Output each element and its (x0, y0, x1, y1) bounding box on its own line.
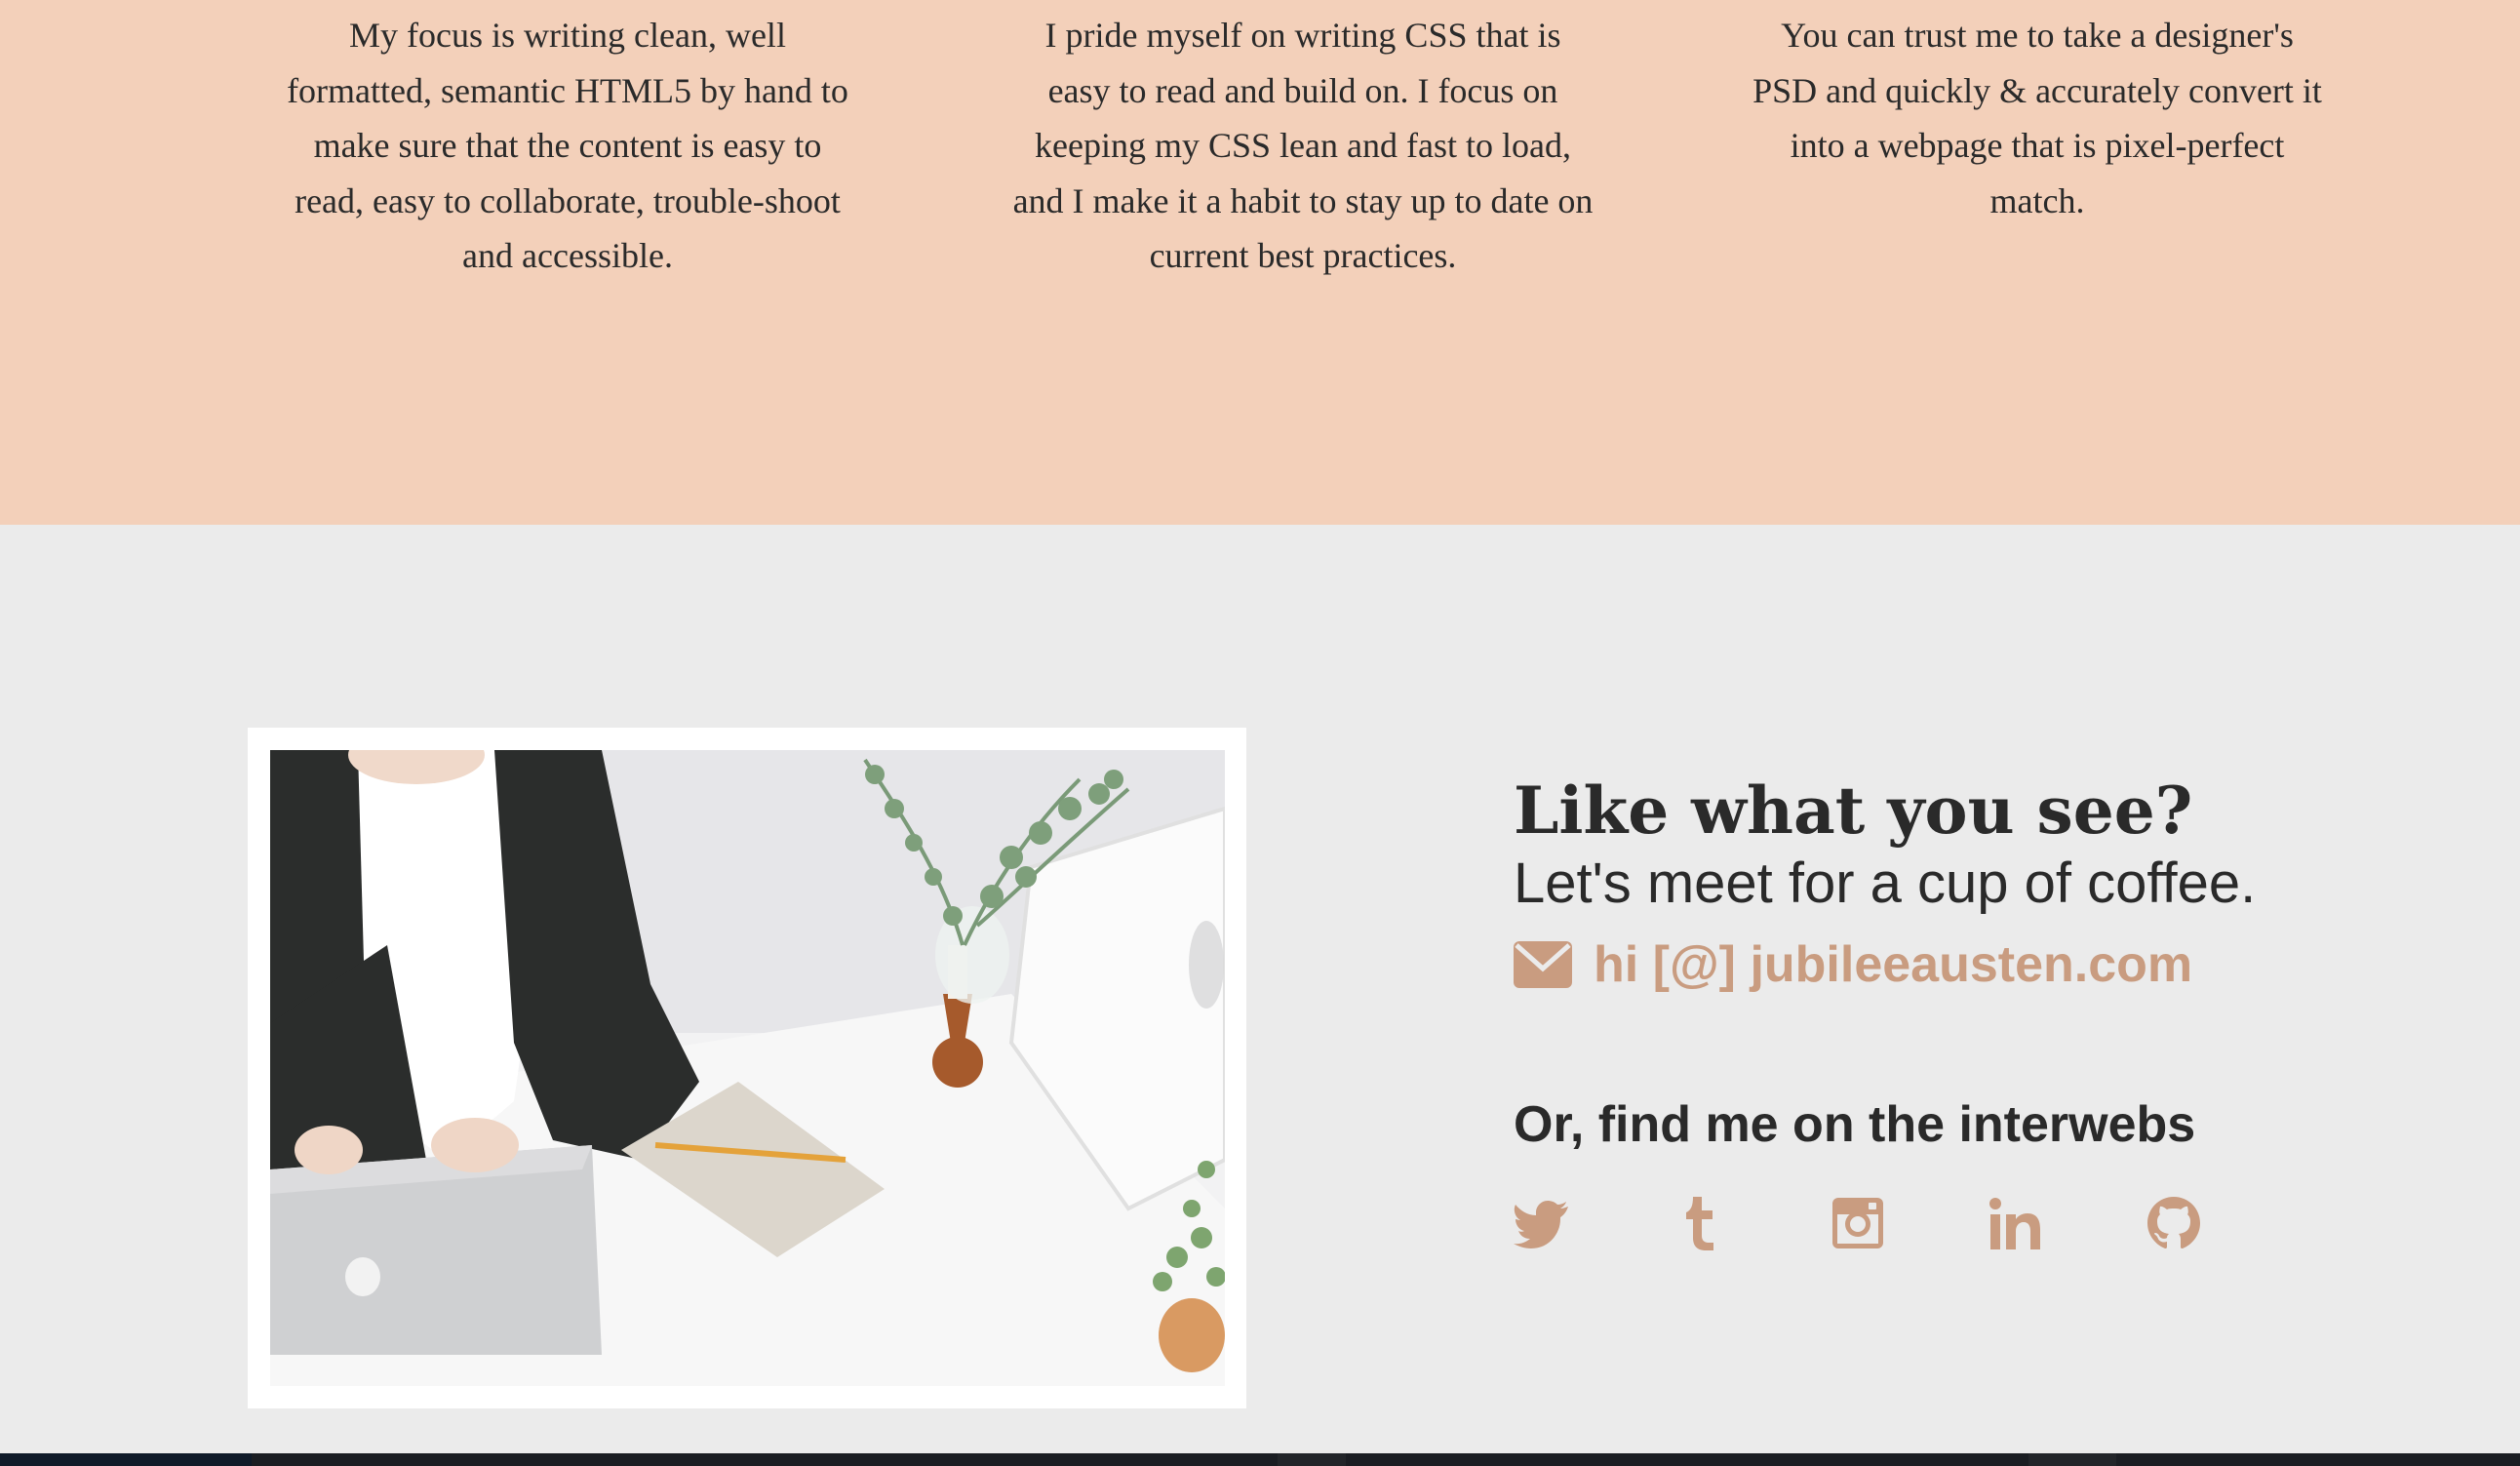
footer-segment (2028, 1453, 2116, 1466)
workspace-photo (270, 750, 1225, 1386)
social-links (1514, 1195, 2391, 1251)
css-description: I pride myself on writing CSS that is ea… (1012, 16, 1594, 275)
social-heading: Or, find me on the interwebs (1514, 1096, 2196, 1153)
tumblr-icon[interactable] (1672, 1195, 1728, 1251)
skills-section: My focus is writing clean, well formatte… (0, 0, 2520, 525)
workspace-photo-frame (248, 728, 1246, 1408)
twitter-icon[interactable] (1514, 1195, 1570, 1251)
contact-panel: Like what you see? Let's meet for a cup … (1514, 761, 2391, 1251)
cta-heading: Like what you see? (1514, 773, 2193, 849)
psd-description: You can trust me to take a designer's PS… (1752, 16, 2322, 220)
github-icon[interactable] (2146, 1195, 2202, 1251)
footer-segment (0, 1453, 252, 1466)
envelope-icon (1514, 941, 1572, 988)
instagram-icon[interactable] (1830, 1195, 1886, 1251)
footer-strip (0, 1453, 2520, 1466)
email-row: hi [@] jubileeausten.com (1514, 935, 2391, 994)
linkedin-icon[interactable] (1988, 1195, 2044, 1251)
footer-segment (1278, 1453, 1346, 1466)
cta-subheading: Let's meet for a cup of coffee. (1514, 852, 2257, 915)
email-link[interactable]: hi [@] jubileeausten.com (1594, 935, 2192, 994)
html-description: My focus is writing clean, well formatte… (287, 16, 848, 275)
